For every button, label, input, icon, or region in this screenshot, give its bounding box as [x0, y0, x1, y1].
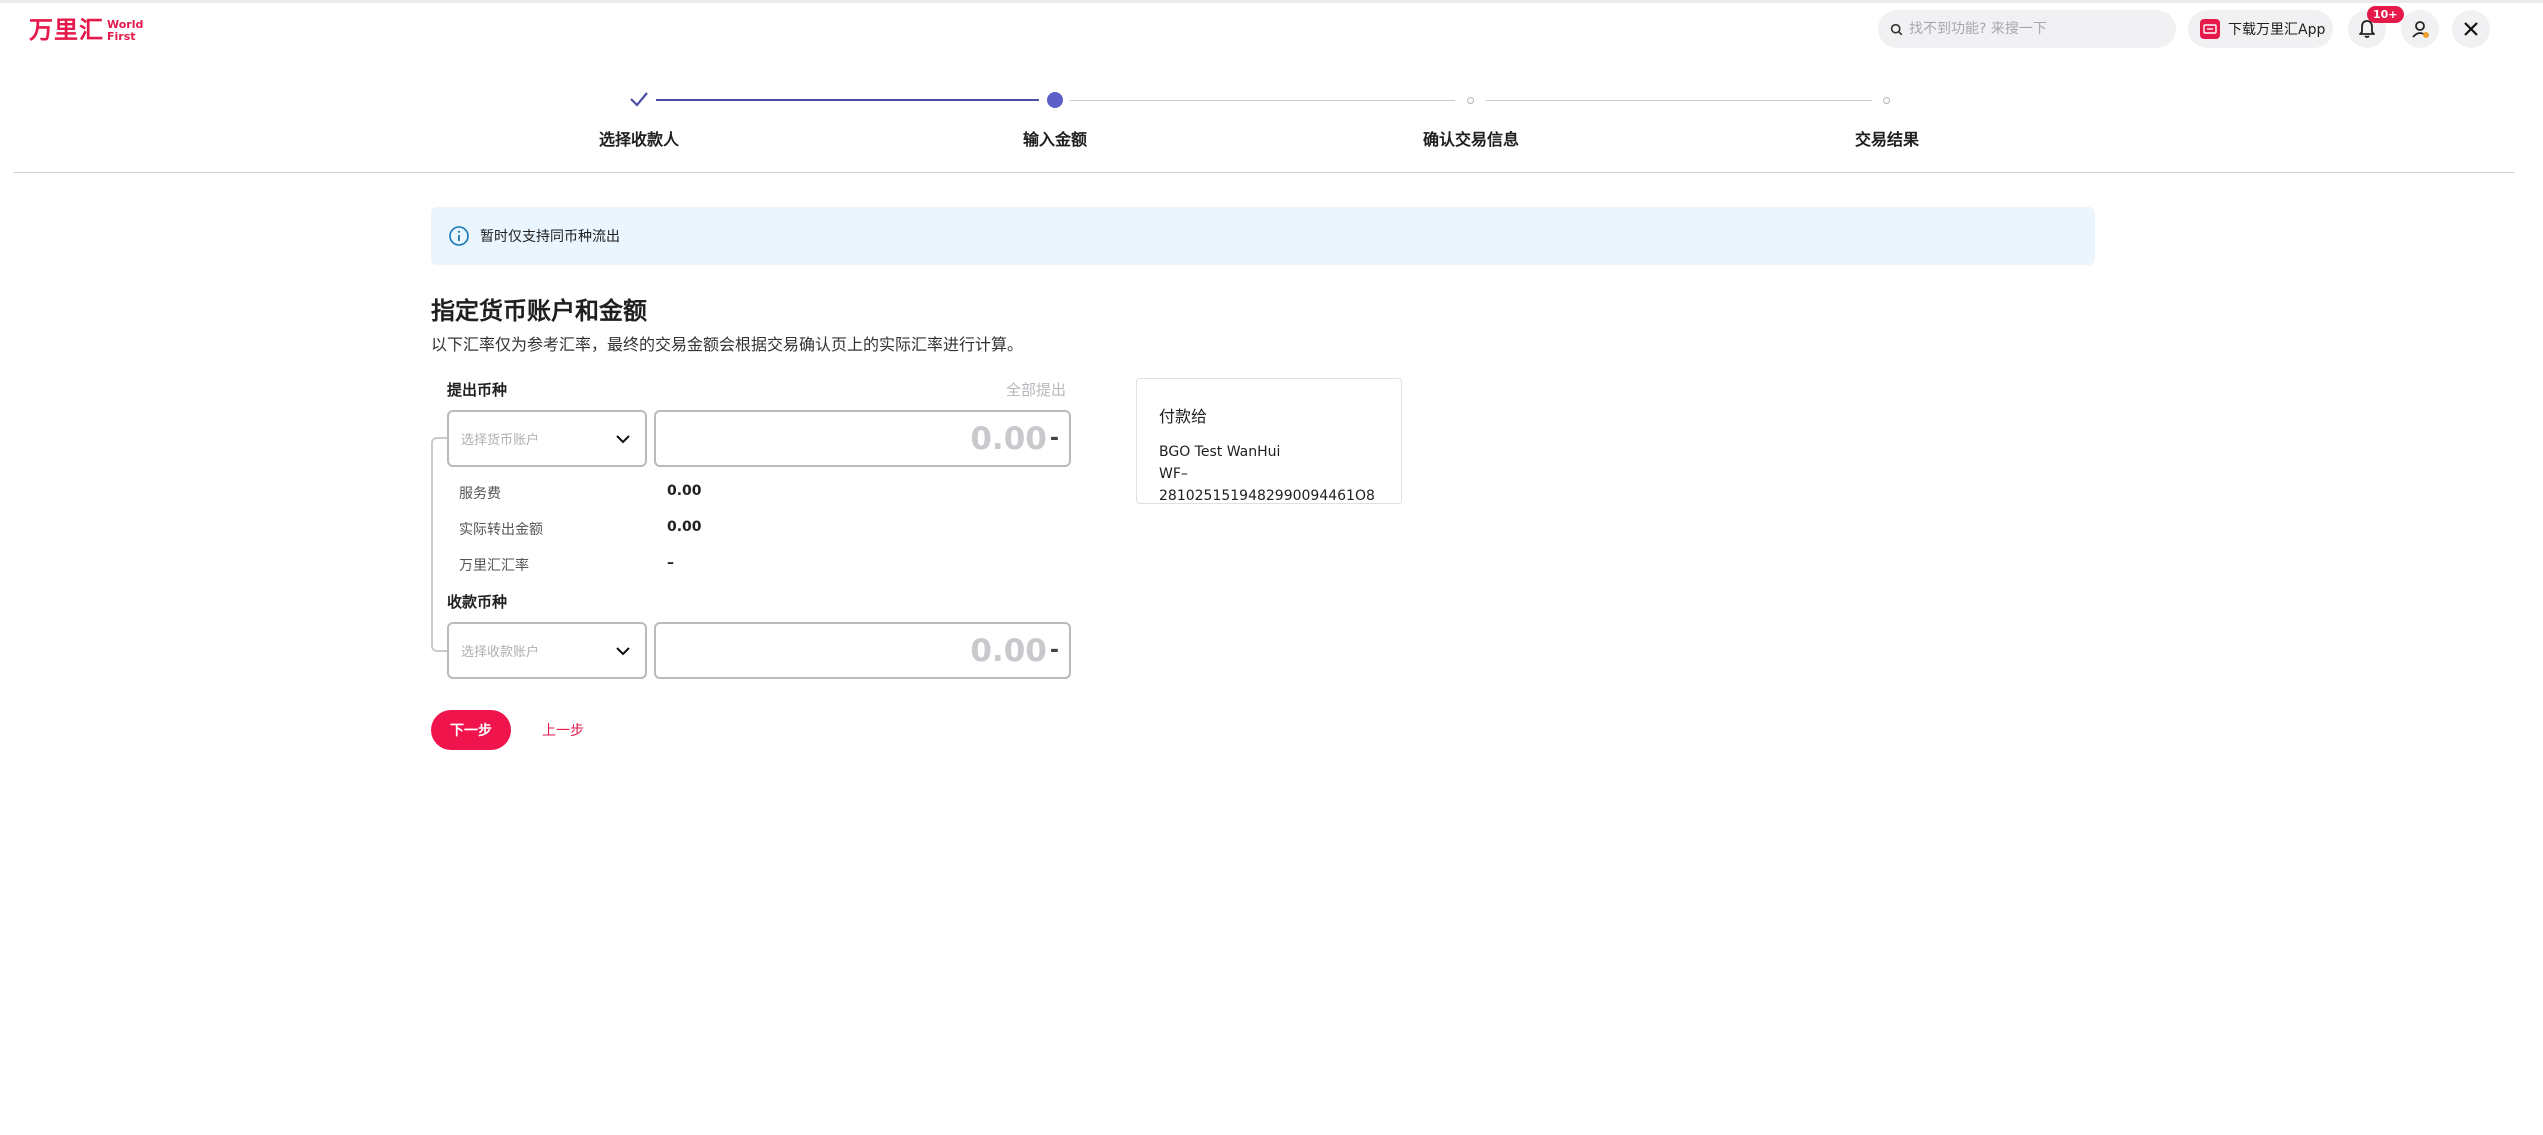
payee-card: 付款给 BGO Test WanHui WF–28102515194829900…	[1136, 378, 1402, 504]
payee-name: BGO Test WanHui	[1159, 444, 1281, 460]
receive-currency-code: -	[1049, 638, 1059, 663]
fee-label-rate: 万里汇汇率	[459, 558, 529, 574]
header-divider	[14, 172, 2514, 173]
receive-amount-value: 0.00	[970, 632, 1047, 669]
download-app-button[interactable]: 下载万里汇App	[2188, 10, 2333, 48]
payee-account: WF–2810251519482990094461O8	[1159, 466, 1375, 504]
info-banner-text: 暂时仅支持同币种流出	[480, 229, 620, 245]
next-step-button[interactable]: 下一步	[431, 710, 511, 750]
download-app-label: 下载万里汇App	[2228, 22, 2326, 38]
step-2-label: 输入金额	[1022, 130, 1088, 149]
user-icon	[2412, 21, 2429, 38]
previous-step-link[interactable]: 上一步	[542, 720, 584, 740]
step-connector-3	[1486, 100, 1872, 101]
withdraw-account-placeholder: 选择货币账户	[461, 433, 540, 448]
step-4-dot	[1883, 97, 1890, 104]
step-3-label: 确认交易信息	[1422, 130, 1520, 149]
close-button[interactable]	[2452, 10, 2490, 48]
withdraw-amount-value: 0.00	[970, 420, 1047, 457]
info-icon	[449, 226, 469, 246]
search-box[interactable]	[1878, 10, 2176, 48]
account-button[interactable]	[2401, 10, 2439, 48]
fee-value-service: 0.00	[667, 483, 702, 499]
logo-text-en: World First	[107, 18, 144, 43]
search-icon	[1890, 23, 1903, 35]
payee-title: 付款给	[1159, 407, 1208, 426]
logo-text-cn: 万里汇	[29, 16, 104, 44]
step-4-label: 交易结果	[1854, 130, 1920, 149]
step-connector-2	[1070, 100, 1455, 101]
receive-currency-label: 收款币种	[447, 593, 508, 611]
notification-badge: 10+	[2367, 6, 2404, 23]
receive-amount-input[interactable]: 0.00 -	[654, 622, 1071, 679]
info-banner: 暂时仅支持同币种流出	[431, 207, 2095, 265]
progress-stepper: 选择收款人 输入金额 确认交易信息 交易结果	[0, 86, 2543, 156]
step-3-dot	[1467, 97, 1474, 104]
step-connector-1	[656, 99, 1039, 101]
step-1-label: 选择收款人	[598, 130, 680, 149]
worldfirst-logo[interactable]: 万里汇 World First	[29, 16, 143, 44]
fee-label-actual-out: 实际转出金额	[459, 522, 543, 538]
withdraw-currency-code: -	[1049, 426, 1059, 451]
receive-account-placeholder: 选择收款账户	[461, 645, 540, 660]
top-edge	[0, 0, 2543, 3]
app-logo-icon	[2200, 19, 2220, 39]
search-input[interactable]	[1909, 21, 2149, 37]
receive-account-select[interactable]: 选择收款账户	[447, 622, 647, 679]
currency-connector-bracket	[431, 437, 447, 652]
step-1-check-icon	[630, 92, 648, 107]
fee-value-actual-out: 0.00	[667, 519, 702, 535]
withdraw-currency-label: 提出币种	[447, 381, 508, 399]
withdraw-amount-input[interactable]: 0.00 -	[654, 410, 1071, 467]
close-icon	[2464, 22, 2478, 36]
withdraw-all-link[interactable]: 全部提出	[1006, 379, 1066, 400]
page-title: 指定货币账户和金额	[431, 297, 647, 325]
chevron-down-icon	[616, 646, 630, 655]
page-subtitle: 以下汇率仅为参考汇率，最终的交易金额会根据交易确认页上的实际汇率进行计算。	[431, 335, 1024, 354]
withdraw-account-select[interactable]: 选择货币账户	[447, 410, 647, 467]
fee-value-rate: –	[667, 555, 674, 571]
fee-label-service: 服务费	[459, 486, 501, 502]
chevron-down-icon	[616, 434, 630, 443]
step-2-active-dot	[1047, 92, 1063, 108]
